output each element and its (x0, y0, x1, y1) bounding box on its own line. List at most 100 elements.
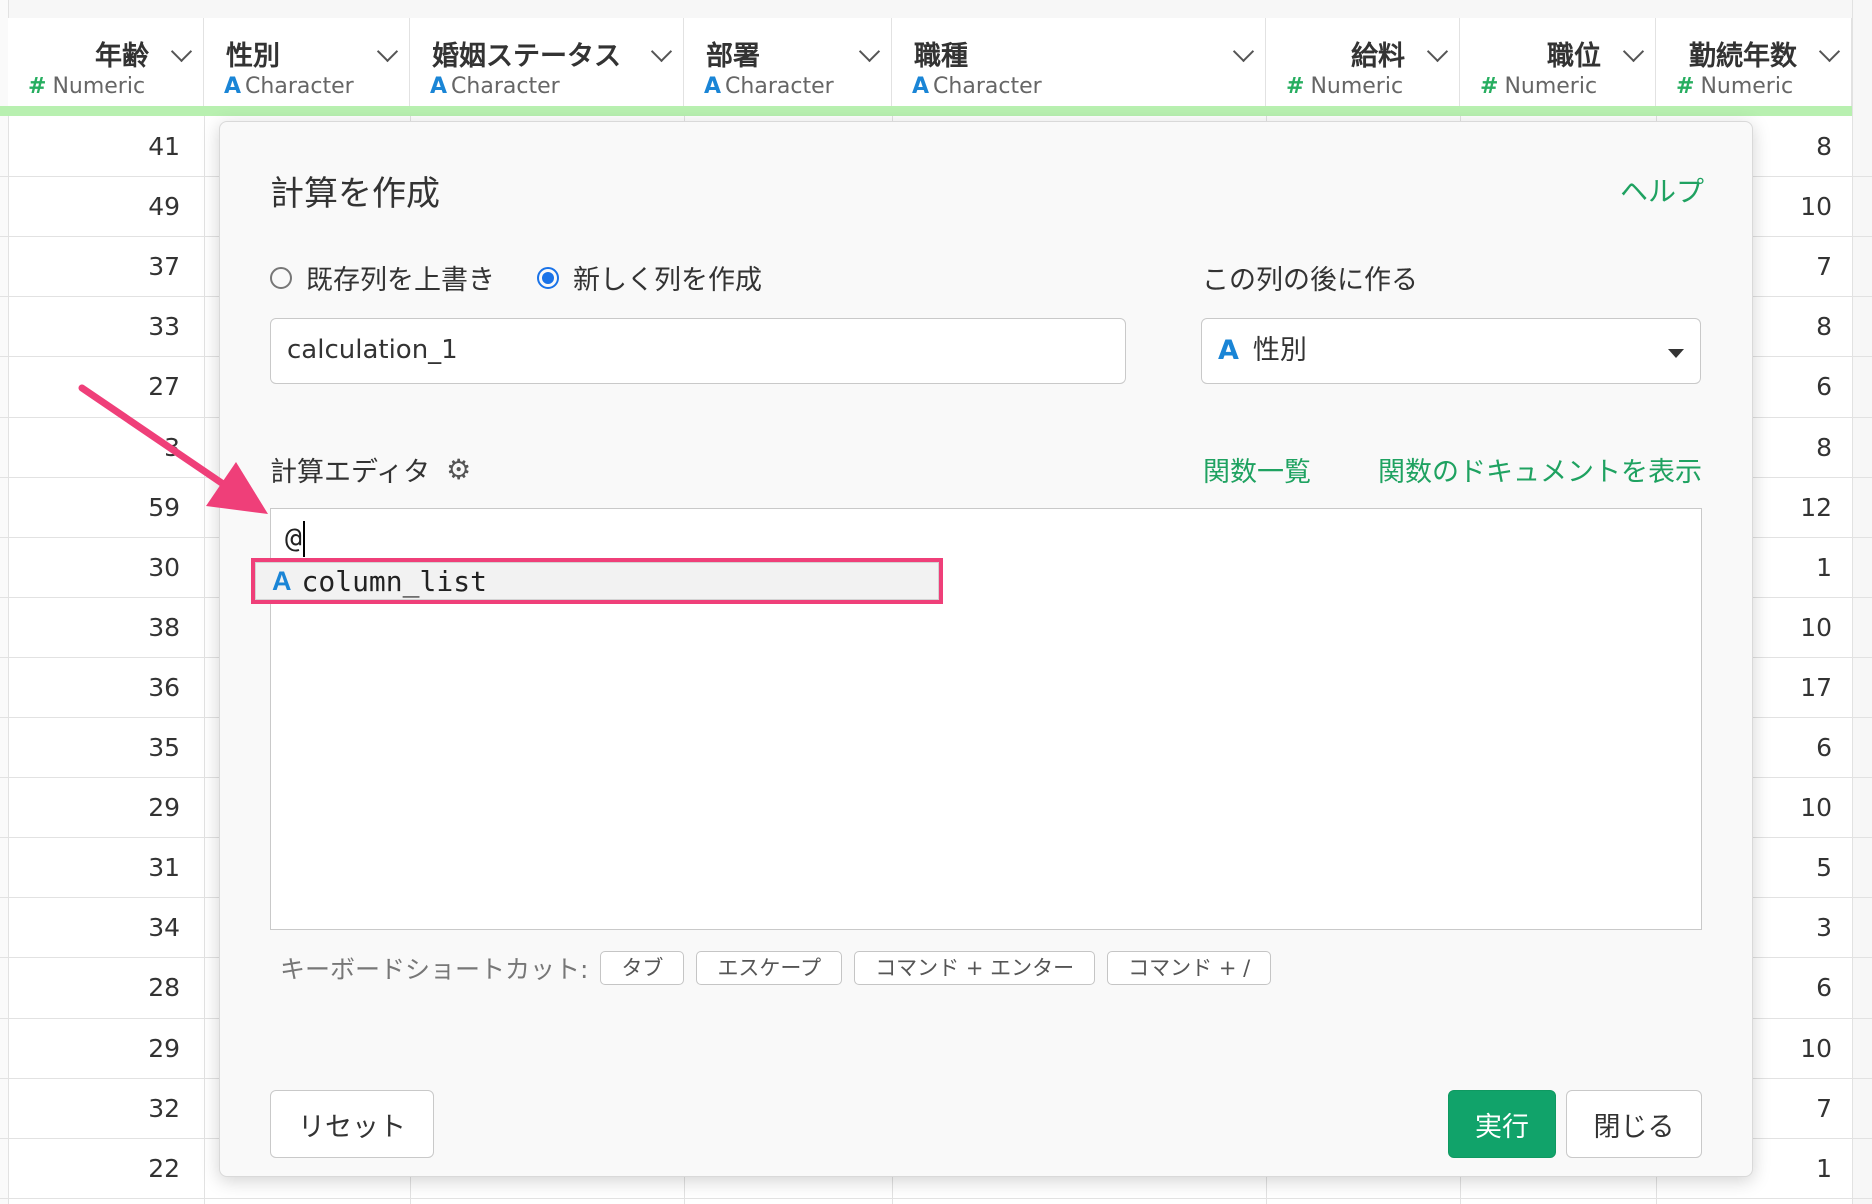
character-type-icon: A (1218, 335, 1239, 366)
column-type: # Numeric (1480, 74, 1598, 99)
column-header-salary[interactable]: 給料 # Numeric (1266, 18, 1460, 106)
run-button[interactable]: 実行 (1448, 1090, 1556, 1158)
new-column-name-input[interactable]: calculation_1 (270, 318, 1126, 384)
table-cell-tenure[interactable]: 17 (1760, 673, 1832, 702)
column-header-marital-status[interactable]: 婚姻ステータス A Character (410, 18, 684, 106)
autocomplete-item[interactable]: A column_list (255, 562, 939, 600)
table-cell-age[interactable]: 32 (8, 1094, 180, 1123)
column-type: # Numeric (1676, 74, 1794, 99)
table-cell-tenure[interactable]: 6 (1760, 973, 1832, 1002)
reset-button[interactable]: リセット (270, 1090, 434, 1158)
column-name: 婚姻ステータス (432, 41, 621, 72)
autocomplete-suggestion-highlight: A column_list (251, 558, 943, 604)
table-cell-age[interactable]: 30 (8, 553, 180, 582)
create-calculation-dialog: 計算を作成 ヘルプ 既存列を上書き 新しく列を作成 この列の後に作る calcu… (219, 121, 1753, 1177)
editor-code-line[interactable]: @ (285, 521, 305, 557)
chevron-down-icon[interactable] (376, 40, 399, 63)
overwrite-radio-label[interactable]: 既存列を上書き (306, 258, 495, 297)
table-cell-age[interactable]: 35 (8, 733, 180, 762)
caret-down-icon (1668, 349, 1684, 358)
column-divider (204, 116, 205, 1204)
insert-after-column-select[interactable]: A 性別 (1201, 318, 1701, 384)
table-cell-tenure[interactable]: 8 (1760, 433, 1832, 462)
function-docs-link[interactable]: 関数のドキュメントを表示 (1378, 450, 1702, 489)
table-cell-age[interactable]: 59 (8, 493, 180, 522)
chevron-down-icon[interactable] (1818, 40, 1841, 63)
chevron-down-icon[interactable] (650, 40, 673, 63)
table-cell-age[interactable]: 29 (8, 793, 180, 822)
column-header-gender[interactable]: 性別 A Character (204, 18, 410, 106)
table-cell-tenure[interactable]: 7 (1760, 1094, 1832, 1123)
table-cell-tenure[interactable]: 12 (1760, 493, 1832, 522)
new-column-radio-label[interactable]: 新しく列を作成 (573, 258, 762, 297)
column-header-position[interactable]: 職位 # Numeric (1460, 18, 1656, 106)
table-cell-age[interactable]: 3 (8, 433, 180, 462)
table-cell-age[interactable]: 29 (8, 1034, 180, 1063)
column-name: 性別 (226, 41, 280, 72)
column-header-age[interactable]: 年齢 # Numeric (8, 18, 204, 106)
table-cell-tenure[interactable]: 1 (1760, 1154, 1832, 1183)
column-header-department[interactable]: 部署 A Character (684, 18, 892, 106)
column-type: A Character (704, 74, 834, 99)
table-cell-age[interactable]: 27 (8, 372, 180, 401)
table-cell-tenure[interactable]: 10 (1760, 793, 1832, 822)
column-name: 給料 (1351, 41, 1405, 72)
table-cell-tenure[interactable]: 8 (1760, 312, 1832, 341)
table-cell-tenure[interactable]: 1 (1760, 553, 1832, 582)
chevron-down-icon[interactable] (858, 40, 881, 63)
column-type: A Character (912, 74, 1042, 99)
table-cell-age[interactable]: 28 (8, 973, 180, 1002)
table-cell-tenure[interactable]: 10 (1760, 1034, 1832, 1063)
table-cell-age[interactable]: 37 (8, 252, 180, 281)
help-link[interactable]: ヘルプ (1620, 170, 1704, 210)
close-button[interactable]: 閉じる (1566, 1090, 1702, 1158)
row-divider (0, 1198, 1872, 1199)
shortcut-cmd-slash: コマンド + / (1107, 951, 1272, 985)
table-cell-tenure[interactable]: 3 (1760, 913, 1832, 942)
table-cell-tenure[interactable]: 7 (1760, 252, 1832, 281)
selected-column: 性別 (1252, 335, 1307, 366)
insert-after-label: この列の後に作る (1202, 265, 1418, 296)
shortcut-tab: タブ (600, 951, 685, 985)
chevron-down-icon[interactable] (1426, 40, 1449, 63)
numeric-type-icon: # (28, 74, 47, 99)
right-pane-edge (1852, 0, 1872, 1204)
character-type-icon: A (224, 74, 242, 99)
numeric-type-icon: # (1480, 74, 1499, 99)
table-cell-age[interactable]: 34 (8, 913, 180, 942)
new-column-radio[interactable] (537, 266, 559, 289)
calculation-editor[interactable]: @ A column_list (251, 508, 1702, 930)
table-cell-age[interactable]: 33 (8, 312, 180, 341)
table-cell-age[interactable]: 22 (8, 1154, 180, 1183)
table-cell-tenure[interactable]: 6 (1760, 372, 1832, 401)
column-header-job-type[interactable]: 職種 A Character (892, 18, 1266, 106)
table-cell-age[interactable]: 41 (8, 132, 180, 161)
table-cell-age[interactable]: 31 (8, 853, 180, 882)
function-list-link[interactable]: 関数一覧 (1203, 450, 1311, 489)
numeric-type-icon: # (1286, 74, 1305, 99)
overwrite-radio[interactable] (270, 266, 292, 289)
column-type: A Character (430, 74, 560, 99)
column-name: 職位 (1547, 41, 1601, 72)
column-name: 職種 (914, 41, 968, 72)
table-cell-age[interactable]: 38 (8, 613, 180, 642)
table-cell-tenure[interactable]: 10 (1760, 613, 1832, 642)
table-cell-tenure[interactable]: 6 (1760, 733, 1832, 762)
table-cell-tenure[interactable]: 10 (1760, 192, 1832, 221)
table-cell-age[interactable]: 36 (8, 673, 180, 702)
grid-top-strip (0, 0, 1872, 19)
editor-label: 計算エディタ ⚙ (270, 453, 472, 488)
column-header-tenure[interactable]: 勤続年数 # Numeric (1656, 18, 1852, 106)
chevron-down-icon[interactable] (1622, 40, 1645, 63)
chevron-down-icon[interactable] (1232, 40, 1255, 63)
text-cursor (302, 521, 305, 557)
table-cell-age[interactable]: 49 (8, 192, 180, 221)
autocomplete-item-label: column_list (301, 564, 487, 598)
column-type: # Numeric (28, 74, 146, 99)
shortcut-cmd-enter: コマンド + エンター (854, 951, 1096, 985)
gear-icon[interactable]: ⚙ (446, 453, 471, 486)
table-cell-tenure[interactable]: 5 (1760, 853, 1832, 882)
table-cell-tenure[interactable]: 8 (1760, 132, 1832, 161)
column-name: 部署 (706, 41, 760, 72)
chevron-down-icon[interactable] (170, 40, 193, 63)
